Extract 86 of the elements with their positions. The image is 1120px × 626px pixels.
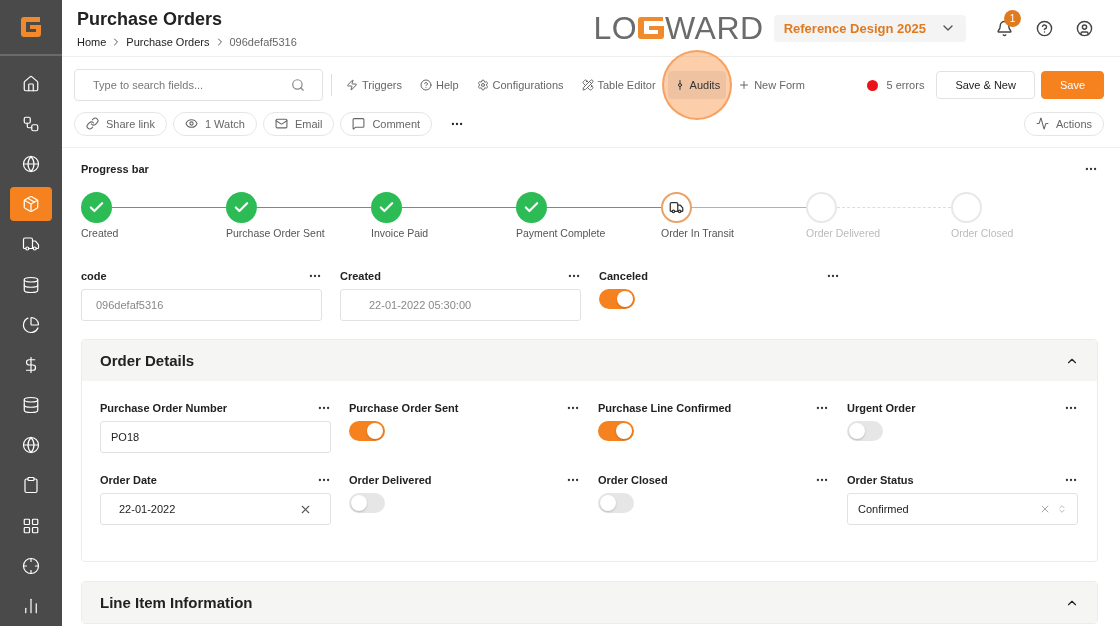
globe-icon bbox=[22, 436, 40, 455]
toolbar-button[interactable]: Table Editor bbox=[575, 71, 662, 99]
workflow-icon bbox=[22, 114, 40, 133]
pie-chart-icon bbox=[22, 315, 40, 334]
toggle-switch[interactable] bbox=[847, 421, 883, 441]
help-icon[interactable] bbox=[1035, 19, 1053, 37]
truck-icon bbox=[669, 200, 684, 215]
search-field[interactable]: Type to search fields... bbox=[74, 69, 323, 101]
package-icon bbox=[22, 195, 40, 214]
section-title: Order Details bbox=[100, 352, 195, 369]
sort-icon bbox=[1057, 504, 1067, 514]
input-field[interactable]: 096defaf5316 bbox=[81, 289, 322, 321]
toolbar-button[interactable]: Configurations bbox=[470, 71, 570, 99]
toggle-switch[interactable] bbox=[599, 289, 635, 309]
truck-icon bbox=[22, 235, 40, 254]
search-icon bbox=[291, 78, 305, 92]
link-icon bbox=[86, 117, 99, 130]
select-field[interactable]: Confirmed bbox=[847, 493, 1078, 525]
toolbar-button[interactable]: Help bbox=[413, 71, 465, 99]
notification-badge: 1 bbox=[1004, 9, 1021, 27]
toggle-switch[interactable] bbox=[598, 421, 634, 441]
field-label: Purchase Line Confirmed bbox=[598, 402, 732, 414]
database-icon bbox=[22, 396, 40, 415]
action-pill[interactable]: Comment bbox=[340, 111, 433, 136]
field-label: Order Delivered bbox=[349, 474, 432, 486]
clipboard-icon bbox=[22, 476, 40, 495]
toolbar-button[interactable]: Triggers bbox=[340, 71, 408, 99]
step-label: Payment Complete bbox=[516, 227, 606, 239]
card-title: Progress bar bbox=[81, 163, 149, 175]
date-field[interactable]: 22-01-2022 bbox=[100, 493, 331, 525]
step-label: Purchase Order Sent bbox=[226, 227, 325, 239]
home-icon bbox=[22, 74, 40, 93]
breadcrumb-item[interactable]: Purchase Orders bbox=[126, 35, 210, 48]
globe-icon bbox=[22, 155, 40, 174]
clear-icon bbox=[1039, 503, 1051, 515]
input-field[interactable]: 22-01-2022 05:30:00 bbox=[340, 289, 581, 321]
step-label: Order In Transit bbox=[661, 227, 734, 239]
field-label: Order Date bbox=[100, 474, 157, 486]
save-new-button[interactable]: Save & New bbox=[936, 71, 1035, 99]
toggle-switch[interactable] bbox=[598, 493, 634, 513]
step-label: Order Delivered bbox=[806, 227, 881, 239]
page-title: Purchase Orders bbox=[77, 8, 224, 30]
toggle-switch[interactable] bbox=[349, 493, 385, 513]
field-label: code bbox=[81, 270, 107, 282]
logo-text: LO bbox=[593, 12, 638, 44]
help-icon bbox=[419, 79, 432, 91]
pencil-ruler-icon bbox=[581, 79, 594, 91]
action-pill[interactable]: Share link bbox=[74, 111, 167, 136]
sidebar-item[interactable] bbox=[10, 187, 52, 222]
field-label: Purchase Order Sent bbox=[349, 402, 459, 414]
logo-icon bbox=[637, 16, 666, 40]
field-label: Purchase Order Number bbox=[100, 402, 228, 414]
field-label: Created bbox=[340, 270, 381, 282]
mail-icon bbox=[274, 117, 288, 130]
bar-chart-icon bbox=[22, 597, 40, 615]
user-icon[interactable] bbox=[1075, 19, 1093, 37]
crosshair-icon bbox=[22, 556, 40, 575]
field-label: Urgent Order bbox=[847, 402, 916, 414]
step-label: Invoice Paid bbox=[371, 227, 429, 239]
actions-button[interactable]: Actions bbox=[1023, 111, 1104, 136]
eye-icon bbox=[184, 117, 198, 130]
step-label: Created bbox=[81, 227, 119, 239]
toolbar-button[interactable]: New Form bbox=[732, 71, 811, 99]
plus-icon bbox=[738, 79, 751, 91]
action-pill[interactable]: 1 Watch bbox=[172, 111, 257, 136]
section-header[interactable]: Order Details bbox=[82, 340, 1097, 381]
field-label: Order Closed bbox=[598, 474, 668, 486]
input-field[interactable]: PO18 bbox=[100, 421, 331, 453]
lightning-icon bbox=[346, 79, 358, 91]
field-label: Order Status bbox=[847, 474, 914, 486]
breadcrumb-item[interactable]: Home bbox=[77, 35, 107, 48]
database-icon bbox=[22, 275, 40, 294]
settings-icon bbox=[476, 79, 489, 91]
toolbar-button[interactable]: Audits bbox=[667, 71, 727, 99]
grid-icon bbox=[22, 516, 40, 535]
toggle-switch[interactable] bbox=[349, 421, 385, 441]
section-header[interactable]: Line Item Information bbox=[82, 582, 1097, 623]
activity-icon bbox=[1035, 117, 1049, 130]
error-count: 5 errors bbox=[867, 79, 925, 91]
action-pill[interactable]: Email bbox=[262, 111, 335, 136]
section-title: Line Item Information bbox=[100, 594, 253, 611]
breadcrumb-item: 096defaf5316 bbox=[229, 35, 297, 48]
comment-icon bbox=[352, 117, 366, 130]
logo-text: WARD bbox=[665, 12, 764, 44]
field-label: Canceled bbox=[599, 270, 648, 282]
step-label: Order Closed bbox=[951, 227, 1014, 239]
